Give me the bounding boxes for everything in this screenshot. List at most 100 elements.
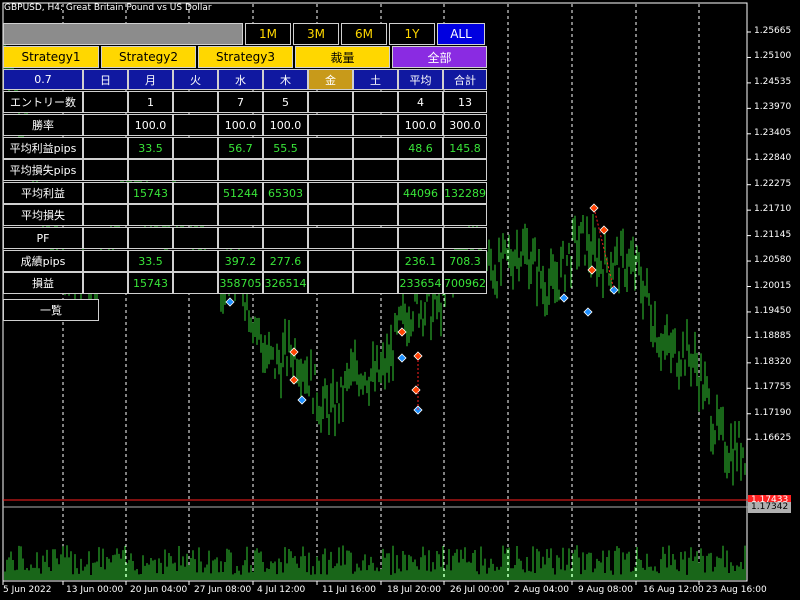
row-label: 損益 xyxy=(3,272,83,294)
price-tick-label: 1.22840 xyxy=(754,153,792,164)
table-cell xyxy=(398,159,443,181)
table-cell xyxy=(173,114,218,136)
table-cell xyxy=(83,227,128,249)
chart-title: GBPUSD, H4: Great Britain Pound vs US Do… xyxy=(4,3,212,13)
table-cell xyxy=(173,137,218,159)
table-cell xyxy=(83,204,128,226)
header-thu[interactable]: 木 xyxy=(263,69,308,90)
table-cell: 15743 xyxy=(128,272,173,294)
table-cell xyxy=(308,250,353,272)
table-cell: 397.2 xyxy=(218,250,263,272)
tab-6m[interactable]: 6M xyxy=(341,23,387,45)
table-cell: 300.0 xyxy=(443,114,487,136)
table-cell: 44096 xyxy=(398,182,443,204)
table-cell xyxy=(398,204,443,226)
time-tick-label: 13 Jun 00:00 xyxy=(66,585,124,595)
header-mon[interactable]: 月 xyxy=(128,69,173,90)
table-cell xyxy=(308,272,353,294)
time-tick-label: 9 Aug 08:00 xyxy=(578,585,633,595)
table-cell: 700962 xyxy=(443,272,487,294)
table-cell xyxy=(308,137,353,159)
table-cell xyxy=(218,204,263,226)
header-sat[interactable]: 土 xyxy=(353,69,398,90)
table-cell xyxy=(263,204,308,226)
row-label: PF xyxy=(3,227,83,249)
header-tue[interactable]: 火 xyxy=(173,69,218,90)
table-cell xyxy=(173,204,218,226)
table-cell xyxy=(308,114,353,136)
row-label: 平均利益 xyxy=(3,182,83,204)
table-cell xyxy=(308,91,353,113)
price-tick-label: 1.16625 xyxy=(754,433,792,444)
table-cell: 51244 xyxy=(218,182,263,204)
table-cell: 33.5 xyxy=(128,137,173,159)
table-cell: 4 xyxy=(398,91,443,113)
tab-strategy2[interactable]: Strategy2 xyxy=(101,46,196,68)
table-cell xyxy=(173,182,218,204)
price-tick-label: 1.21145 xyxy=(754,229,792,240)
price-chart[interactable] xyxy=(0,0,800,600)
tab-1y[interactable]: 1Y xyxy=(389,23,435,45)
price-tick-label: 1.20580 xyxy=(754,255,792,266)
table-cell xyxy=(173,272,218,294)
time-tick-label: 20 Jun 04:00 xyxy=(130,585,188,595)
list-button[interactable]: 一覧 xyxy=(3,299,99,321)
table-cell: 132289 xyxy=(443,182,487,204)
header-avg[interactable]: 平均 xyxy=(398,69,443,90)
time-tick-label: 26 Jul 00:00 xyxy=(450,585,504,595)
table-cell xyxy=(128,227,173,249)
table-cell: 100.0 xyxy=(263,114,308,136)
time-tick-label: 23 Aug 16:00 xyxy=(706,585,767,595)
table-cell: 100.0 xyxy=(218,114,263,136)
table-cell xyxy=(218,227,263,249)
row-label: エントリー数 xyxy=(3,91,83,113)
tab-1m[interactable]: 1M xyxy=(245,23,291,45)
table-cell xyxy=(443,227,487,249)
period-blank-field[interactable] xyxy=(3,23,243,45)
header-wed[interactable]: 水 xyxy=(218,69,263,90)
table-cell xyxy=(353,227,398,249)
row-label: 平均損失 xyxy=(3,204,83,226)
table-cell xyxy=(173,227,218,249)
price-tick-label: 1.25665 xyxy=(754,26,792,36)
price-tick-label: 1.19450 xyxy=(754,305,792,316)
header-sun[interactable]: 日 xyxy=(83,69,128,90)
table-cell xyxy=(173,250,218,272)
table-cell: 100.0 xyxy=(398,114,443,136)
table-cell xyxy=(353,159,398,181)
table-cell xyxy=(308,227,353,249)
lot-size-field[interactable]: 0.7 xyxy=(3,69,83,90)
header-fri[interactable]: 金 xyxy=(308,69,353,90)
table-cell: 5 xyxy=(263,91,308,113)
table-cell xyxy=(128,159,173,181)
time-tick-label: 2 Aug 04:00 xyxy=(514,585,569,595)
table-cell xyxy=(173,91,218,113)
header-total[interactable]: 合計 xyxy=(443,69,487,90)
table-cell: 55.5 xyxy=(263,137,308,159)
price-tick-label: 1.18320 xyxy=(754,356,792,367)
table-cell xyxy=(353,272,398,294)
price-tick-label: 1.17190 xyxy=(754,407,792,418)
tab-strategy1[interactable]: Strategy1 xyxy=(3,46,99,68)
price-tick-label: 1.23970 xyxy=(754,102,792,113)
table-cell: 56.7 xyxy=(218,137,263,159)
price-tick-label: 1.17755 xyxy=(754,382,792,393)
tab-3m[interactable]: 3M xyxy=(293,23,339,45)
table-cell xyxy=(83,114,128,136)
table-cell xyxy=(83,182,128,204)
table-cell xyxy=(83,272,128,294)
tab-all[interactable]: ALL xyxy=(437,23,485,45)
price-tick-label: 1.20015 xyxy=(754,280,792,291)
time-tick-label: 18 Jul 20:00 xyxy=(387,585,441,595)
table-cell xyxy=(83,137,128,159)
tab-discretionary[interactable]: 裁量 xyxy=(295,46,390,68)
time-tick-label: 4 Jul 12:00 xyxy=(257,585,306,595)
table-cell: 100.0 xyxy=(128,114,173,136)
tab-strategy3[interactable]: Strategy3 xyxy=(198,46,293,68)
price-tick-label: 1.23405 xyxy=(754,127,792,138)
table-cell: 708.3 xyxy=(443,250,487,272)
table-cell xyxy=(353,91,398,113)
table-cell: 233654 xyxy=(398,272,443,294)
time-tick-label: 16 Aug 12:00 xyxy=(643,585,704,595)
tab-all-strategies[interactable]: 全部 xyxy=(392,46,487,68)
